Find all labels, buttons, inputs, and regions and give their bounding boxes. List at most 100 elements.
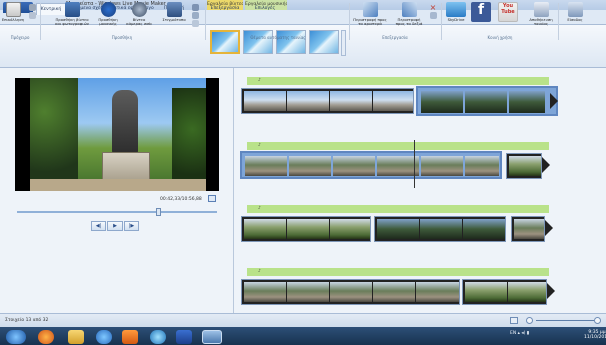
snapshot-icon [166,2,182,17]
ground [30,179,206,191]
narration-track[interactable]: ♪ [247,77,549,85]
theme-thumbnail[interactable] [309,30,339,54]
clip-frame [509,156,541,176]
narration-track[interactable]: ♪ [247,142,549,150]
credits-icon [191,20,199,27]
save-movie-button[interactable]: Αποθήκευση ταινίας [526,2,556,36]
fullscreen-button[interactable] [208,195,216,202]
timecode: 00:42,33/10:56,88 [160,197,202,202]
facebook-icon: f [471,2,491,22]
tree [172,88,206,191]
clip-end-marker [545,220,553,236]
video-clip-selected[interactable] [240,151,502,179]
webcam-video-button[interactable]: Βίντεο κάμερας web [124,2,154,36]
next-frame-button[interactable]: |▶ [124,221,139,231]
theme-thumbnail[interactable] [210,30,240,54]
thumbnail-size-icon[interactable] [510,317,518,324]
clip-end-marker [542,157,550,173]
previous-frame-button[interactable]: ◀| [91,221,106,231]
video-clip[interactable] [241,279,460,305]
snapshot-button[interactable]: Στιγμιότυπο [158,2,190,36]
clip-frame [289,156,331,176]
video-clip[interactable] [511,216,545,242]
clip-frame [373,282,415,302]
add-music-button[interactable]: Προσθήκη μουσικής [94,2,122,36]
ribbon-separator [349,3,350,40]
narration-track[interactable]: ♪ [247,268,549,276]
automovie-themes-gallery[interactable] [210,30,340,56]
clip-frame [421,91,463,113]
taskbar [0,327,606,345]
word-icon[interactable] [176,330,192,344]
clip-frame [330,282,372,302]
tree [30,78,78,191]
skydrive-button[interactable]: SkyDrive [444,2,468,36]
rotate-left-button[interactable]: Περιστροφή προς τα αριστερά [351,2,389,36]
media-center-icon[interactable] [122,330,138,344]
clip-frame [287,91,329,111]
playhead[interactable] [414,140,415,188]
tab-options[interactable]: Επιλογές [248,3,282,15]
clip-end-marker [547,283,555,299]
zoom-in-icon[interactable] [594,317,601,324]
skype-icon[interactable] [150,330,166,344]
seek-thumb[interactable] [156,208,162,216]
language-indicator[interactable]: EN [510,331,516,336]
caption-buttons[interactable] [190,4,200,38]
facebook-button[interactable]: f [470,2,492,36]
group-share-label: Κοινή χρήση [487,35,513,40]
group-editing-label: Επεξεργασία [382,35,408,40]
preview-image [30,78,206,191]
internet-explorer-icon[interactable] [96,330,112,344]
add-videos-photos-button[interactable]: Προσθήκη βίντεο και φωτογραφιών [52,2,92,36]
media-player-icon[interactable] [38,330,54,344]
cut-copy-buttons[interactable] [27,4,37,38]
tab-edit[interactable]: Επεξεργασία [207,3,243,15]
group-clipboard-label: Πρόχειρο [10,35,30,40]
paste-button[interactable]: Επικόλληση [1,2,25,36]
play-button[interactable]: ▶ [107,221,123,231]
ribbon-separator [558,3,559,40]
clip-frame [465,156,499,176]
theme-thumbnail[interactable] [276,30,306,54]
zoom-slider[interactable] [536,320,594,321]
zoom-control[interactable] [510,316,602,325]
theme-thumbnail[interactable] [243,30,273,54]
video-clip[interactable] [506,153,542,179]
video-clip[interactable] [241,216,371,242]
movie-maker-taskbar-button[interactable] [202,330,222,344]
video-clip-selected[interactable] [416,86,558,116]
status-text: Στοιχείο 13 από 32 [5,318,49,323]
remove-button[interactable]: × [428,4,438,38]
ribbon-separator [205,3,206,40]
youtube-button[interactable]: You Tube [496,2,520,36]
clock[interactable]: 9:35 μμ 11/10/2014 [584,330,606,340]
clip-frame [465,91,507,113]
narration-track[interactable]: ♪ [247,205,549,213]
sign-in-button[interactable]: Είσοδος [562,2,588,36]
caption-icon [191,12,199,19]
clip-frame [330,219,370,239]
film-photo-icon [64,2,80,17]
start-button[interactable] [6,330,26,344]
youtube-icon: You Tube [498,2,518,22]
music-note-icon [100,2,116,17]
clip-frame [508,282,546,302]
explorer-icon[interactable] [68,330,84,344]
paste-icon [5,2,21,17]
user-icon [567,2,583,17]
zoom-out-icon[interactable] [526,317,533,324]
video-clip[interactable] [462,279,547,305]
rotate-right-button[interactable]: Περιστροφή προς τα δεξιά [391,2,427,36]
video-clip[interactable] [241,88,414,114]
seek-bar[interactable] [17,211,217,213]
clip-frame [416,282,459,302]
clip-frame [244,219,286,239]
clip-frame [421,156,463,176]
ribbon-separator [441,3,442,40]
system-tray[interactable]: EN ▴ ◂) ▮ [510,331,529,336]
clip-frame [463,219,505,239]
gallery-scroll-button[interactable] [341,30,346,56]
video-clip[interactable] [374,216,506,242]
statue [112,90,138,154]
